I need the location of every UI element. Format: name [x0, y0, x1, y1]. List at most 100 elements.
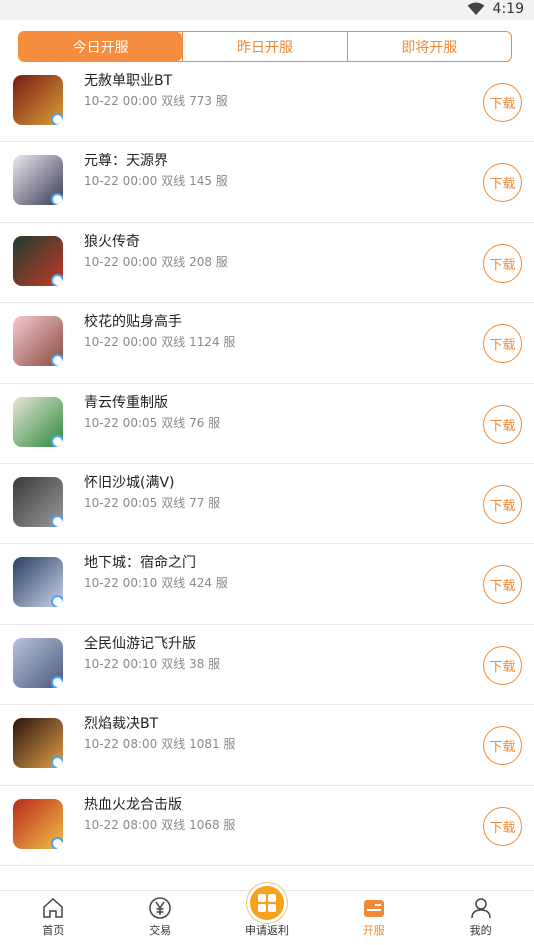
game-icon — [13, 718, 63, 769]
server-info: 10-22 08:00 双线 1081 服 — [84, 735, 235, 752]
open-time: 10-22 00:00 — [84, 335, 158, 350]
download-button[interactable]: 下载 — [483, 83, 522, 122]
tab-upcoming[interactable]: 即将开服 — [348, 32, 511, 61]
list-item[interactable]: 狼火传奇 10-22 00:00 双线 208 服 下载 — [0, 223, 534, 304]
grid-icon — [257, 894, 276, 912]
server-info: 10-22 00:00 双线 145 服 — [84, 172, 228, 189]
date-tabs: 今日开服 昨日开服 即将开服 — [18, 31, 512, 62]
game-icon — [13, 798, 63, 849]
server-number: 双线 76 服 — [161, 415, 221, 430]
nav-mine[interactable]: 我的 — [427, 891, 534, 945]
game-name: 怀旧沙城(满V) — [84, 474, 175, 491]
tab-yesterday[interactable]: 昨日开服 — [182, 32, 348, 61]
game-icon — [13, 155, 63, 206]
game-icon — [13, 316, 63, 367]
open-time: 10-22 00:10 — [84, 576, 158, 591]
server-list: 无赦单职业BT 10-22 00:00 双线 773 服下载 元尊：天源界 10-22 … — [0, 62, 534, 890]
user-icon — [470, 898, 491, 919]
server-number: 双线 1124 服 — [161, 335, 236, 350]
server-info: 10-22 00:00 双线 208 服 — [84, 253, 228, 270]
nav-home-label: 首页 — [42, 924, 65, 937]
server-number: 双线 77 服 — [161, 495, 221, 510]
open-time: 10-22 00:05 — [84, 415, 158, 430]
open-time: 10-22 00:00 — [84, 174, 158, 189]
list-item[interactable]: 元尊：天源界 10-22 00:00 双线 145 服 下载 — [0, 142, 534, 223]
game-icon — [13, 637, 63, 688]
download-button[interactable]: 下载 — [483, 484, 522, 524]
game-name: 元尊：天源界 — [84, 153, 168, 170]
open-time: 10-22 00:00 — [84, 94, 158, 108]
open-time: 10-22 00:10 — [84, 656, 158, 671]
server-info: 10-22 00:10 双线 38 服 — [84, 655, 220, 672]
nav-home[interactable]: 首页 — [0, 891, 107, 945]
rebate-fab[interactable] — [246, 883, 287, 923]
open-time: 10-22 00:00 — [84, 254, 158, 269]
nav-trade-label: 交易 — [149, 924, 172, 937]
game-icon — [13, 557, 63, 608]
list-item[interactable]: 地下城：宿命之门 10-22 00:10 双线 424 服 下载 — [0, 544, 534, 625]
nav-rebate[interactable]: 申请返利 — [214, 883, 321, 945]
yen-icon — [149, 897, 171, 919]
download-button[interactable]: 下载 — [483, 324, 522, 364]
download-button[interactable]: 下载 — [483, 726, 522, 766]
list-item[interactable]: 热血火龙合击版 10-22 08:00 双线 1068 服 下载 — [0, 786, 534, 866]
verified-badge-icon — [51, 595, 63, 608]
verified-badge-icon — [51, 113, 63, 125]
nav-rebate-label: 申请返利 — [244, 924, 289, 937]
download-button[interactable]: 下载 — [483, 163, 522, 203]
download-button[interactable]: 下载 — [483, 404, 522, 444]
server-number: 双线 208 服 — [161, 254, 228, 269]
status-bar: 4:19 — [0, 0, 534, 20]
server-number: 双线 773 服 — [161, 94, 228, 108]
server-number: 双线 1081 服 — [161, 737, 236, 752]
nav-mine-label: 我的 — [469, 924, 492, 937]
server-icon — [363, 900, 384, 917]
game-icon — [13, 235, 63, 286]
list-item[interactable]: 青云传重制版 10-22 00:05 双线 76 服 下载 — [0, 384, 534, 464]
download-button[interactable]: 下载 — [483, 243, 522, 283]
list-item[interactable]: 怀旧沙城(满V) 10-22 00:05 双线 77 服 下载 — [0, 464, 534, 545]
list-item[interactable]: 无赦单职业BT 10-22 00:00 双线 773 服 下载 — [0, 62, 534, 143]
game-name: 无赦单职业BT — [84, 73, 173, 89]
download-button[interactable]: 下载 — [483, 645, 522, 685]
verified-badge-icon — [51, 756, 63, 769]
status-time: 4:19 — [492, 1, 524, 17]
verified-badge-icon — [51, 193, 63, 206]
game-name: 烈焰裁决BT — [84, 716, 159, 733]
server-info: 10-22 00:05 双线 76 服 — [84, 414, 220, 431]
nav-servers[interactable]: 开服 — [320, 891, 427, 945]
verified-badge-icon — [51, 514, 63, 527]
download-button[interactable]: 下载 — [483, 565, 522, 605]
list-item[interactable]: 烈焰裁决BT 10-22 08:00 双线 1081 服 下载 — [0, 705, 534, 786]
game-name: 狼火传奇 — [84, 233, 140, 250]
verified-badge-icon — [51, 354, 63, 367]
open-time: 10-22 00:05 — [84, 495, 158, 510]
game-name: 青云传重制版 — [84, 394, 168, 411]
tab-today[interactable]: 今日开服 — [19, 32, 183, 61]
nav-servers-label: 开服 — [362, 924, 385, 937]
verified-badge-icon — [51, 675, 63, 688]
server-number: 双线 145 服 — [161, 174, 228, 189]
server-info: 10-22 00:10 双线 424 服 — [84, 574, 228, 591]
list-item[interactable]: 全民仙游记飞升版 10-22 00:10 双线 38 服 下载 — [0, 625, 534, 706]
server-info: 10-22 00:05 双线 77 服 — [84, 494, 220, 511]
server-number: 双线 1068 服 — [161, 817, 236, 832]
game-name: 校花的贴身高手 — [84, 314, 182, 331]
game-icon — [13, 75, 63, 125]
server-number: 双线 38 服 — [161, 656, 221, 671]
verified-badge-icon — [51, 273, 63, 286]
server-info: 10-22 00:00 双线 773 服 — [84, 92, 228, 109]
bottom-nav: 首页 交易 申请返利 开服 我的 — [0, 883, 534, 945]
list-item[interactable]: 校花的贴身高手 10-22 00:00 双线 1124 服 下载 — [0, 303, 534, 384]
wifi-icon — [467, 2, 485, 15]
nav-trade[interactable]: 交易 — [107, 891, 214, 945]
download-button[interactable]: 下载 — [483, 806, 522, 846]
verified-badge-icon — [51, 434, 63, 447]
server-info: 10-22 08:00 双线 1068 服 — [84, 816, 235, 833]
verified-badge-icon — [51, 836, 63, 849]
game-name: 全民仙游记飞升版 — [84, 635, 196, 652]
open-time: 10-22 08:00 — [84, 817, 158, 832]
game-name: 地下城：宿命之门 — [84, 555, 196, 572]
server-info: 10-22 00:00 双线 1124 服 — [84, 333, 235, 350]
game-icon — [13, 396, 63, 447]
